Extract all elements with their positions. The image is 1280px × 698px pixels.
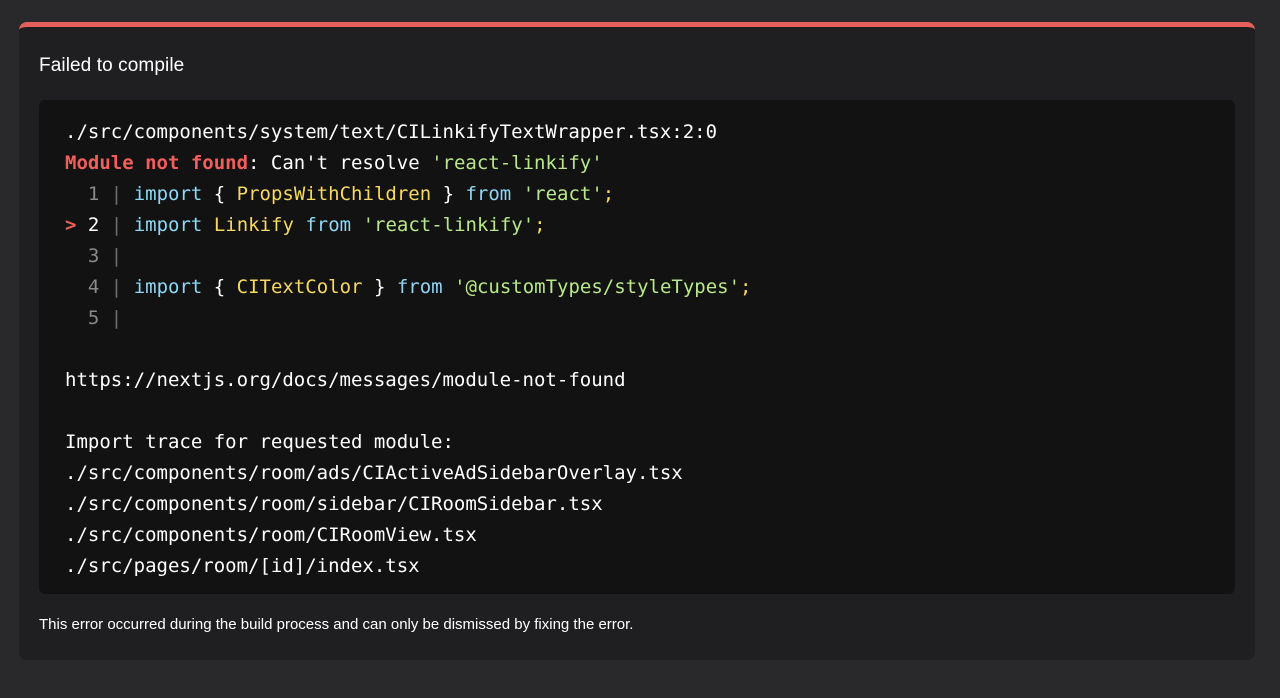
line-number: 5 [87, 307, 100, 329]
keyword-import: import [133, 183, 203, 205]
gutter-pipe: | [110, 214, 123, 236]
error-title: Failed to compile [39, 55, 185, 76]
error-type: Module not found [65, 152, 249, 174]
keyword-import: import [133, 276, 203, 298]
gutter-pipe: | [110, 276, 123, 298]
keyword-import: import [133, 214, 203, 236]
docs-link: https://nextjs.org/docs/messages/module-… [65, 369, 626, 391]
code-frame-line-5: 5 | [65, 303, 1209, 334]
import-trace-item: ./src/components/room/ads/CIActiveAdSide… [65, 462, 683, 484]
import-source: '@customTypes/styleTypes' [454, 276, 741, 298]
semicolon: ; [740, 276, 752, 298]
brace-close: } [362, 276, 397, 298]
gutter-pipe: | [110, 183, 123, 205]
semicolon: ; [534, 214, 546, 236]
code-frame-line-4: 4 | import { CITextColor } from '@custom… [65, 272, 1209, 303]
error-message-line: Module not found: Can't resolve 'react-l… [65, 148, 1209, 179]
gutter-pipe: | [110, 307, 123, 329]
code-frame-line-1: 1 | import { PropsWithChildren } from 'r… [65, 179, 1209, 210]
keyword-from: from [396, 276, 443, 298]
import-trace-item: ./src/pages/room/[id]/index.tsx [65, 555, 420, 577]
line-number: 3 [87, 245, 100, 267]
error-message: Can't resolve [259, 152, 432, 174]
error-colon: : [248, 152, 260, 174]
brace-open: { [202, 276, 237, 298]
import-source: 'react-linkify' [362, 214, 535, 236]
brace-open: { [202, 183, 237, 205]
error-footer-note: This error occurred during the build pro… [39, 616, 634, 633]
error-module-name: 'react-linkify' [431, 152, 603, 174]
keyword-from: from [305, 214, 352, 236]
import-name: PropsWithChildren [236, 183, 432, 205]
line-number: 4 [87, 276, 100, 298]
import-trace-item: ./src/components/room/sidebar/CIRoomSide… [65, 493, 603, 515]
brace-close: } [431, 183, 466, 205]
error-file-path: ./src/components/system/text/CILinkifyTe… [65, 121, 718, 143]
import-name: Linkify [213, 214, 294, 236]
error-code-block: ./src/components/system/text/CILinkifyTe… [39, 100, 1235, 594]
error-line-marker: > [65, 214, 77, 236]
semicolon: ; [602, 183, 615, 205]
code-frame-line-2: > 2 | import Linkify from 'react-linkify… [65, 210, 1209, 241]
import-trace-item: ./src/components/room/CIRoomView.tsx [65, 524, 477, 546]
import-trace-heading: Import trace for requested module: [65, 431, 454, 453]
keyword-from: from [465, 183, 512, 205]
code-frame-line-3: 3 | [65, 241, 1209, 272]
line-number: 1 [87, 183, 100, 205]
import-name: CITextColor [236, 276, 363, 298]
gutter-pipe: | [110, 245, 123, 267]
error-overlay: Failed to compile ./src/components/syste… [19, 22, 1255, 660]
line-number: 2 [87, 214, 100, 236]
import-source: 'react' [522, 183, 603, 205]
